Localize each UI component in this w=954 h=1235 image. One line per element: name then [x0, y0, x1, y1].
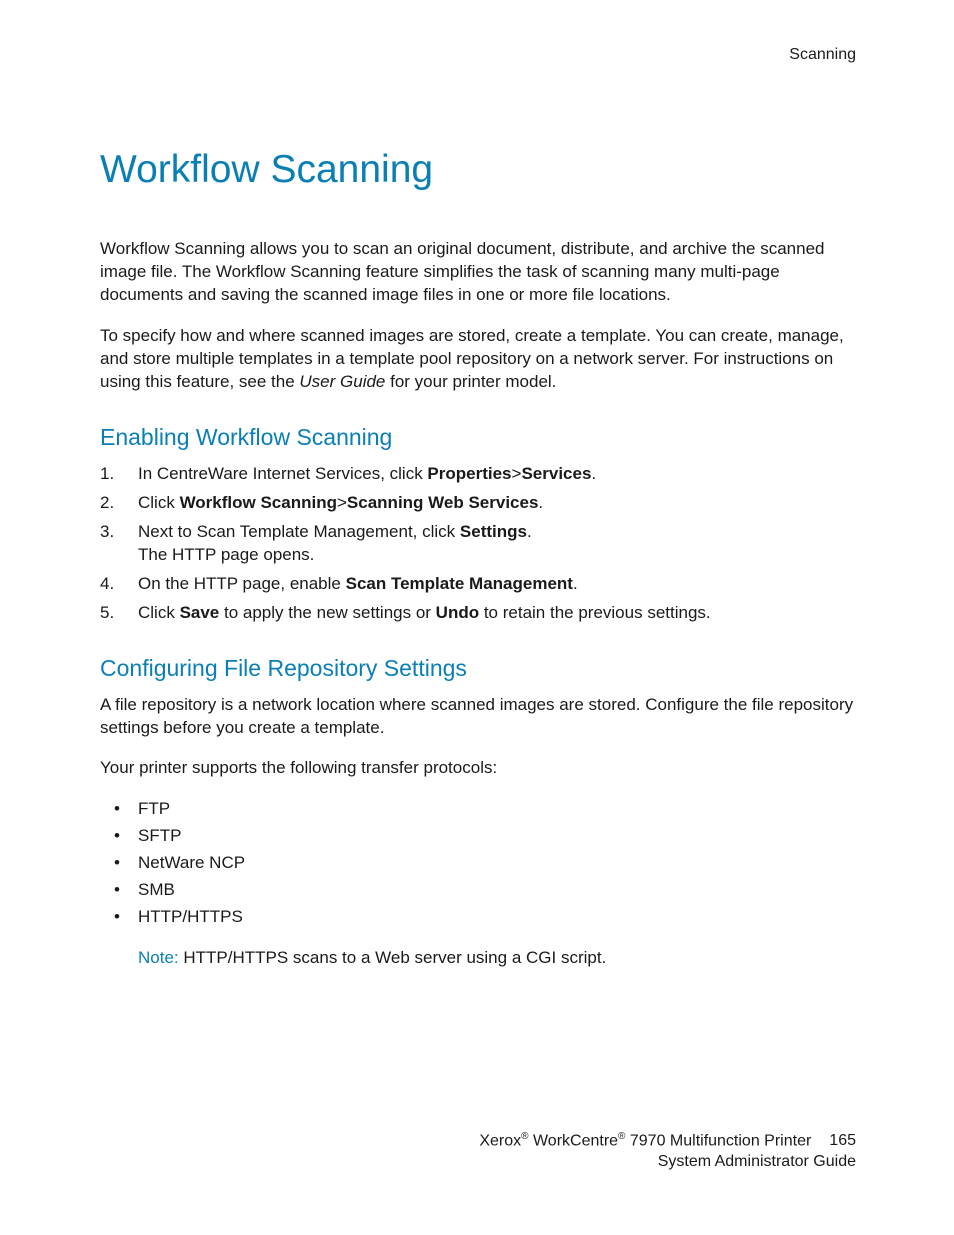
step-1: In CentreWare Internet Services, click P… [100, 463, 856, 486]
heading-enabling-workflow-scanning: Enabling Workflow Scanning [100, 422, 856, 453]
brand-workcentre: WorkCentre [529, 1132, 619, 1149]
ui-save: Save [180, 603, 220, 622]
brand-xerox: Xerox [479, 1132, 521, 1149]
ui-path-workflow-scanning: Workflow Scanning [180, 493, 337, 512]
intro-paragraph-1: Workflow Scanning allows you to scan an … [100, 238, 856, 307]
note-label: Note: [138, 948, 179, 967]
steps-list: In CentreWare Internet Services, click P… [100, 463, 856, 625]
text-run: . [591, 464, 596, 483]
text-run: to retain the previous settings. [479, 603, 711, 622]
page-footer: Xerox® WorkCentre® 7970 Multifunction Pr… [479, 1130, 856, 1173]
text-run: . [527, 522, 532, 541]
text-run: Click [138, 493, 180, 512]
protocol-list: FTP SFTP NetWare NCP SMB HTTP/HTTPS [100, 798, 856, 929]
text-run: Click [138, 603, 180, 622]
ui-path-scanning-web-services: Scanning Web Services [347, 493, 538, 512]
note-block: Note: HTTP/HTTPS scans to a Web server u… [100, 947, 856, 970]
text-run: . [573, 574, 578, 593]
text-run: . [538, 493, 543, 512]
protocol-sftp: SFTP [100, 825, 856, 848]
ui-settings: Settings [460, 522, 527, 541]
text-run: > [337, 493, 347, 512]
heading-configuring-file-repository: Configuring File Repository Settings [100, 653, 856, 684]
text-run: Next to Scan Template Management, click [138, 522, 460, 541]
ui-scan-template-management: Scan Template Management [346, 574, 573, 593]
protocol-ftp: FTP [100, 798, 856, 821]
protocol-netware-ncp: NetWare NCP [100, 852, 856, 875]
step-3: Next to Scan Template Management, click … [100, 521, 856, 567]
page-number: 165 [829, 1132, 856, 1149]
intro-paragraph-2: To specify how and where scanned images … [100, 325, 856, 394]
step-2: Click Workflow Scanning>Scanning Web Ser… [100, 492, 856, 515]
step-5: Click Save to apply the new settings or … [100, 602, 856, 625]
page-title: Workflow Scanning [100, 144, 856, 197]
repo-paragraph-2: Your printer supports the following tran… [100, 757, 856, 780]
footer-line-1: Xerox® WorkCentre® 7970 Multifunction Pr… [479, 1130, 856, 1152]
ui-undo: Undo [436, 603, 479, 622]
text-run: for your printer model. [385, 372, 556, 391]
header-section-tag: Scanning [100, 44, 856, 66]
note-text: HTTP/HTTPS scans to a Web server using a… [179, 948, 607, 967]
footer-line-2: System Administrator Guide [479, 1152, 856, 1173]
text-run: In CentreWare Internet Services, click [138, 464, 427, 483]
text-run: to apply the new settings or [219, 603, 435, 622]
ui-path-services: Services [521, 464, 591, 483]
protocol-smb: SMB [100, 879, 856, 902]
repo-paragraph-1: A file repository is a network location … [100, 694, 856, 740]
text-run: > [512, 464, 522, 483]
text-run: On the HTTP page, enable [138, 574, 346, 593]
user-guide-reference: User Guide [299, 372, 385, 391]
step-4: On the HTTP page, enable Scan Template M… [100, 573, 856, 596]
model-text: 7970 Multifunction Printer [625, 1132, 811, 1149]
ui-path-properties: Properties [427, 464, 511, 483]
registered-icon: ® [521, 1131, 528, 1142]
protocol-http-https: HTTP/HTTPS [100, 906, 856, 929]
step-3-line2: The HTTP page opens. [138, 544, 856, 567]
